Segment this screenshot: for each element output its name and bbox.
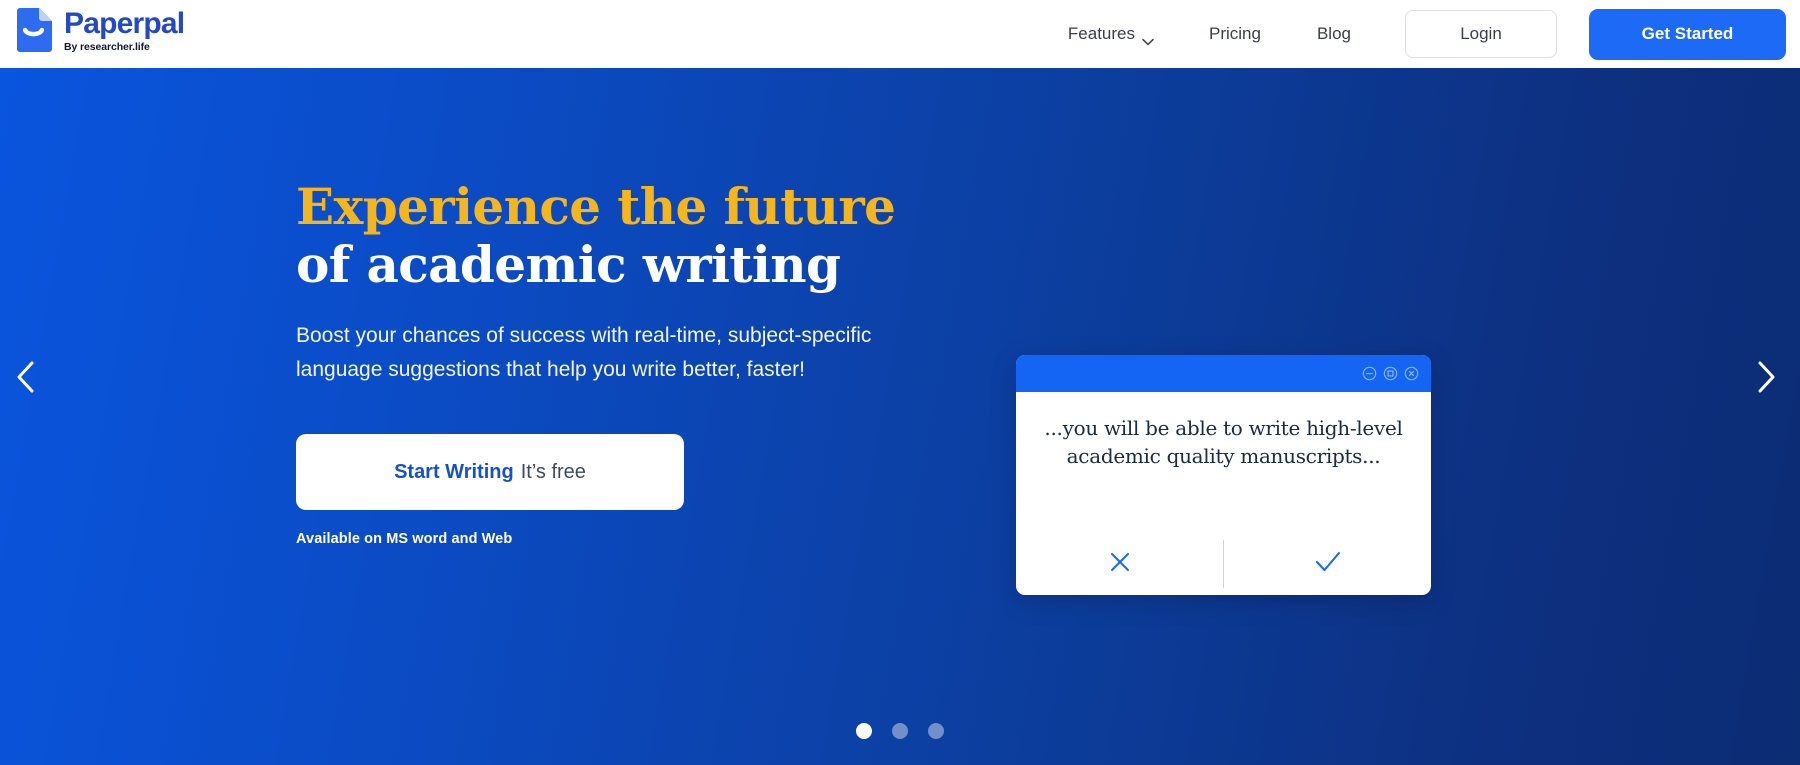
login-button-label: Login [1460,24,1502,43]
check-icon [1314,549,1342,580]
nav-item-blog[interactable]: Blog [1289,24,1379,44]
carousel-prev-button[interactable] [0,353,52,405]
get-started-button-label: Get Started [1641,24,1734,43]
hero-subcopy-line1: Boost your chances of success with real-… [296,324,872,347]
get-started-button[interactable]: Get Started [1589,8,1786,60]
carousel-dot-2[interactable] [892,723,908,739]
reject-suggestion-button[interactable] [1016,533,1223,595]
editor-mock-window: ...you will be able to write high-level … [1016,355,1431,595]
logo[interactable]: Paperpal By researcher.life [14,6,185,54]
availability-note: Available on MS word and Web [296,531,513,547]
nav-item-blog-label: Blog [1316,24,1351,43]
login-button[interactable]: Login [1405,10,1557,58]
mock-window-body: ...you will be able to write high-level … [1016,392,1431,533]
hero-headline: Experience the future of academic writin… [296,178,936,294]
maximize-circle-icon[interactable] [1383,366,1398,381]
carousel-dot-1[interactable] [856,723,872,739]
nav-item-pricing[interactable]: Pricing [1181,24,1289,44]
start-writing-button-light: It’s free [520,460,586,483]
nav-item-features[interactable]: Features [1040,24,1181,45]
nav-item-pricing-label: Pricing [1209,24,1261,43]
suggestion-text: ...you will be able to write high-level … [1042,414,1405,470]
hero-subcopy-line2: language suggestions that help you write… [296,358,805,381]
paper-smile-icon [14,6,54,54]
brand-name: Paperpal [64,7,185,41]
mock-window-titlebar [1016,355,1431,392]
carousel-next-button[interactable] [1740,353,1792,405]
hero-copy: Experience the future of academic writin… [296,178,936,547]
hero-headline-line1: Experience the future [296,177,896,236]
accept-suggestion-button[interactable] [1224,533,1431,595]
chevron-right-icon [1753,360,1779,399]
brand-tagline: By researcher.life [64,40,150,53]
logo-text: Paperpal By researcher.life [64,7,185,53]
close-circle-icon[interactable] [1404,366,1419,381]
hero-section: Experience the future of academic writin… [0,68,1800,765]
minimize-circle-icon[interactable] [1362,366,1377,381]
suggestion-actions [1016,533,1431,595]
nav-item-features-label: Features [1067,24,1135,43]
main-nav: Features Pricing Blog Login Get Started [1040,0,1786,68]
start-writing-button-strong: Start Writing [394,460,514,483]
carousel-dots [0,723,1800,739]
start-writing-button[interactable]: Start Writing It’s free [296,434,684,510]
close-x-icon [1107,549,1133,580]
site-header: Paperpal By researcher.life Features Pri… [0,0,1800,68]
hero-headline-line2: of academic writing [296,235,841,294]
chevron-down-icon [1142,31,1154,45]
chevron-left-icon [13,360,39,399]
carousel-dot-3[interactable] [928,723,944,739]
suggestion-text-line1: ...you will be able to write high-level [1044,416,1403,440]
hero-subcopy: Boost your chances of success with real-… [296,319,896,387]
suggestion-text-line2: academic quality manuscripts... [1066,444,1381,468]
